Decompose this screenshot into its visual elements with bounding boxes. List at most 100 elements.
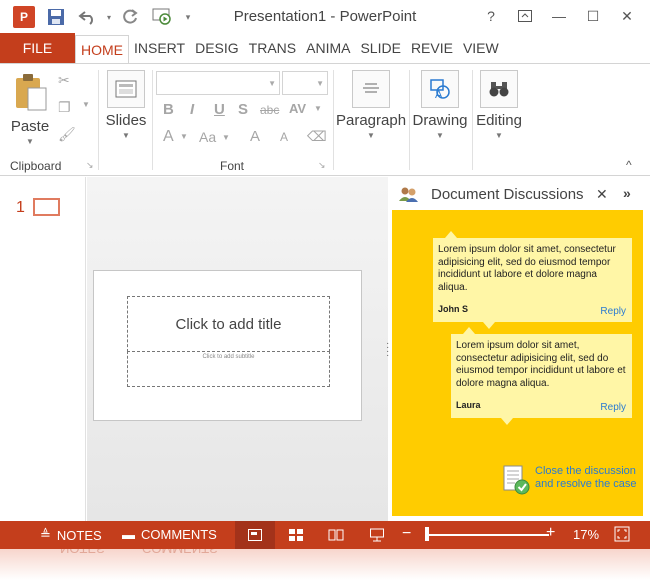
expand-pane-icon[interactable]: »: [623, 185, 631, 201]
font-name-field[interactable]: ▼: [156, 71, 280, 95]
clipboard-group-label: Clipboard: [10, 159, 62, 173]
change-case-dropdown-icon[interactable]: ▼: [222, 133, 230, 142]
strikethrough-button[interactable]: abc: [260, 103, 279, 117]
comments-icon: ▬: [122, 527, 135, 542]
slides-dropdown-icon: ▼: [122, 131, 130, 140]
shrink-font-button[interactable]: A: [280, 130, 288, 144]
comments-label: COMMENTS: [141, 527, 217, 542]
editing-button[interactable]: Editing ▼: [474, 70, 524, 140]
ribbon-tabs: FILE HOME INSERT DESIG TRANS ANIMA SLIDE…: [0, 33, 650, 63]
text-shadow-button[interactable]: S: [238, 101, 248, 118]
reply-link[interactable]: Reply: [600, 306, 626, 319]
reading-view-button[interactable]: [316, 521, 356, 549]
paste-dropdown-icon: ▼: [26, 137, 34, 146]
normal-view-icon: [248, 529, 262, 541]
paste-button[interactable]: Paste ▼: [8, 72, 52, 146]
slides-label: Slides: [105, 112, 147, 129]
maximize-button[interactable]: ☐: [576, 4, 610, 28]
slide-sorter-icon: [289, 529, 303, 541]
fit-to-window-icon[interactable]: [614, 526, 630, 542]
tab-review[interactable]: REVIE: [406, 33, 458, 63]
comment-text: Lorem ipsum dolor sit amet, consectetur …: [438, 244, 616, 293]
grow-font-button[interactable]: A: [250, 128, 260, 145]
tab-slideshow[interactable]: SLIDE: [355, 33, 405, 63]
slide-canvas[interactable]: Click to add title Click to add subtitle: [93, 270, 362, 421]
comment-bubble: Lorem ipsum dolor sit amet, consectetur …: [451, 327, 632, 425]
tab-file[interactable]: FILE: [0, 33, 75, 63]
reflection-comments: COMMENTS: [142, 549, 218, 556]
zoom-slider[interactable]: [425, 534, 549, 536]
shapes-icon: A: [421, 70, 459, 108]
editing-label: Editing: [476, 112, 522, 129]
change-case-button[interactable]: Aa: [199, 129, 216, 145]
collapse-ribbon-icon[interactable]: ^: [626, 158, 632, 172]
notes-button[interactable]: ≜ NOTES: [40, 527, 102, 543]
tab-animations[interactable]: ANIMA: [301, 33, 355, 63]
normal-view-button[interactable]: [235, 521, 275, 549]
copy-icon[interactable]: ❐: [58, 99, 71, 116]
tab-transitions[interactable]: TRANS: [244, 33, 301, 63]
tab-view[interactable]: VIEW: [458, 33, 504, 63]
character-spacing-dropdown-icon[interactable]: ▼: [314, 104, 322, 113]
slide-thumbnail[interactable]: [33, 198, 60, 216]
clear-formatting-icon[interactable]: ⌫: [307, 128, 327, 145]
resolve-line-1: Close the discussion: [535, 465, 636, 477]
notes-label: NOTES: [56, 527, 102, 543]
window-controls: ? — ☐ ✕: [474, 4, 644, 28]
comment-text: Lorem ipsum dolor sit amet, consectetur …: [456, 340, 626, 389]
svg-text:A: A: [435, 89, 443, 100]
zoom-level[interactable]: 17%: [573, 527, 599, 542]
work-area: 1 Click to add title Click to add subtit…: [0, 177, 650, 521]
slide-sorter-view-button[interactable]: [276, 521, 316, 549]
font-color-button[interactable]: A: [163, 128, 174, 146]
drawing-button[interactable]: A Drawing ▼: [411, 70, 469, 140]
paragraph-icon: [352, 70, 390, 108]
resolve-discussion-link[interactable]: Close the discussion and resolve the cas…: [502, 465, 637, 495]
slideshow-view-button[interactable]: [357, 521, 397, 549]
font-size-field[interactable]: ▼: [282, 71, 328, 95]
comment-bubble: Lorem ipsum dolor sit amet, consectetur …: [433, 231, 632, 329]
underline-button[interactable]: U: [214, 101, 225, 118]
zoom-slider-thumb[interactable]: [425, 527, 430, 541]
tab-design[interactable]: DESIG: [190, 33, 244, 63]
zoom-in-button[interactable]: +: [546, 524, 555, 542]
tab-insert[interactable]: INSERT: [129, 33, 190, 63]
reply-link[interactable]: Reply: [600, 402, 626, 415]
drawing-label: Drawing: [412, 112, 468, 129]
italic-button[interactable]: I: [190, 101, 194, 118]
reading-view-icon: [328, 529, 344, 541]
comments-button[interactable]: ▬ COMMENTS: [122, 527, 217, 542]
font-launcher-icon[interactable]: ↘: [318, 160, 326, 171]
title-bar: P ▾ ▾ Presentation1 - PowerPoint ? — ☐ ✕: [0, 0, 650, 33]
font-size-dropdown-icon: ▼: [316, 79, 324, 88]
subtitle-placeholder[interactable]: Click to add subtitle: [127, 351, 330, 387]
statusbar-reflection: NOTES COMMENTS: [0, 549, 650, 580]
clipboard-launcher-icon[interactable]: ↘: [86, 160, 94, 171]
help-icon[interactable]: ?: [474, 4, 508, 28]
resolve-line-2: and resolve the case: [535, 478, 637, 490]
copy-dropdown-icon[interactable]: ▼: [82, 100, 90, 109]
format-painter-icon[interactable]: 🖌: [58, 126, 76, 143]
close-pane-icon[interactable]: ✕: [596, 186, 608, 203]
paragraph-button[interactable]: Paragraph ▼: [336, 70, 406, 140]
font-group-label: Font: [220, 159, 245, 173]
paste-label: Paste: [10, 118, 50, 135]
minimize-button[interactable]: —: [542, 4, 576, 28]
slide-editing-area: Click to add title Click to add subtitle: [87, 177, 388, 521]
close-button[interactable]: ✕: [610, 4, 644, 28]
font-color-dropdown-icon[interactable]: ▼: [180, 132, 188, 141]
drawing-dropdown-icon: ▼: [436, 131, 444, 140]
bold-button[interactable]: B: [163, 101, 174, 118]
character-spacing-button[interactable]: AV: [289, 101, 306, 116]
discussion-pane: Document Discussions ✕ » Lorem ipsum dol…: [389, 177, 650, 521]
ribbon-display-options-icon[interactable]: [508, 4, 542, 28]
title-placeholder[interactable]: Click to add title: [127, 296, 330, 352]
comment-author: John S: [438, 304, 469, 314]
cut-icon[interactable]: ✂: [58, 72, 70, 89]
slide-thumbnail-pane: 1: [0, 177, 86, 521]
resolve-text: Close the discussion and resolve the cas…: [535, 465, 637, 491]
slides-icon: [107, 70, 145, 108]
zoom-out-button[interactable]: −: [402, 525, 411, 543]
tab-home[interactable]: HOME: [75, 35, 129, 63]
slides-button[interactable]: Slides ▼: [104, 70, 148, 140]
